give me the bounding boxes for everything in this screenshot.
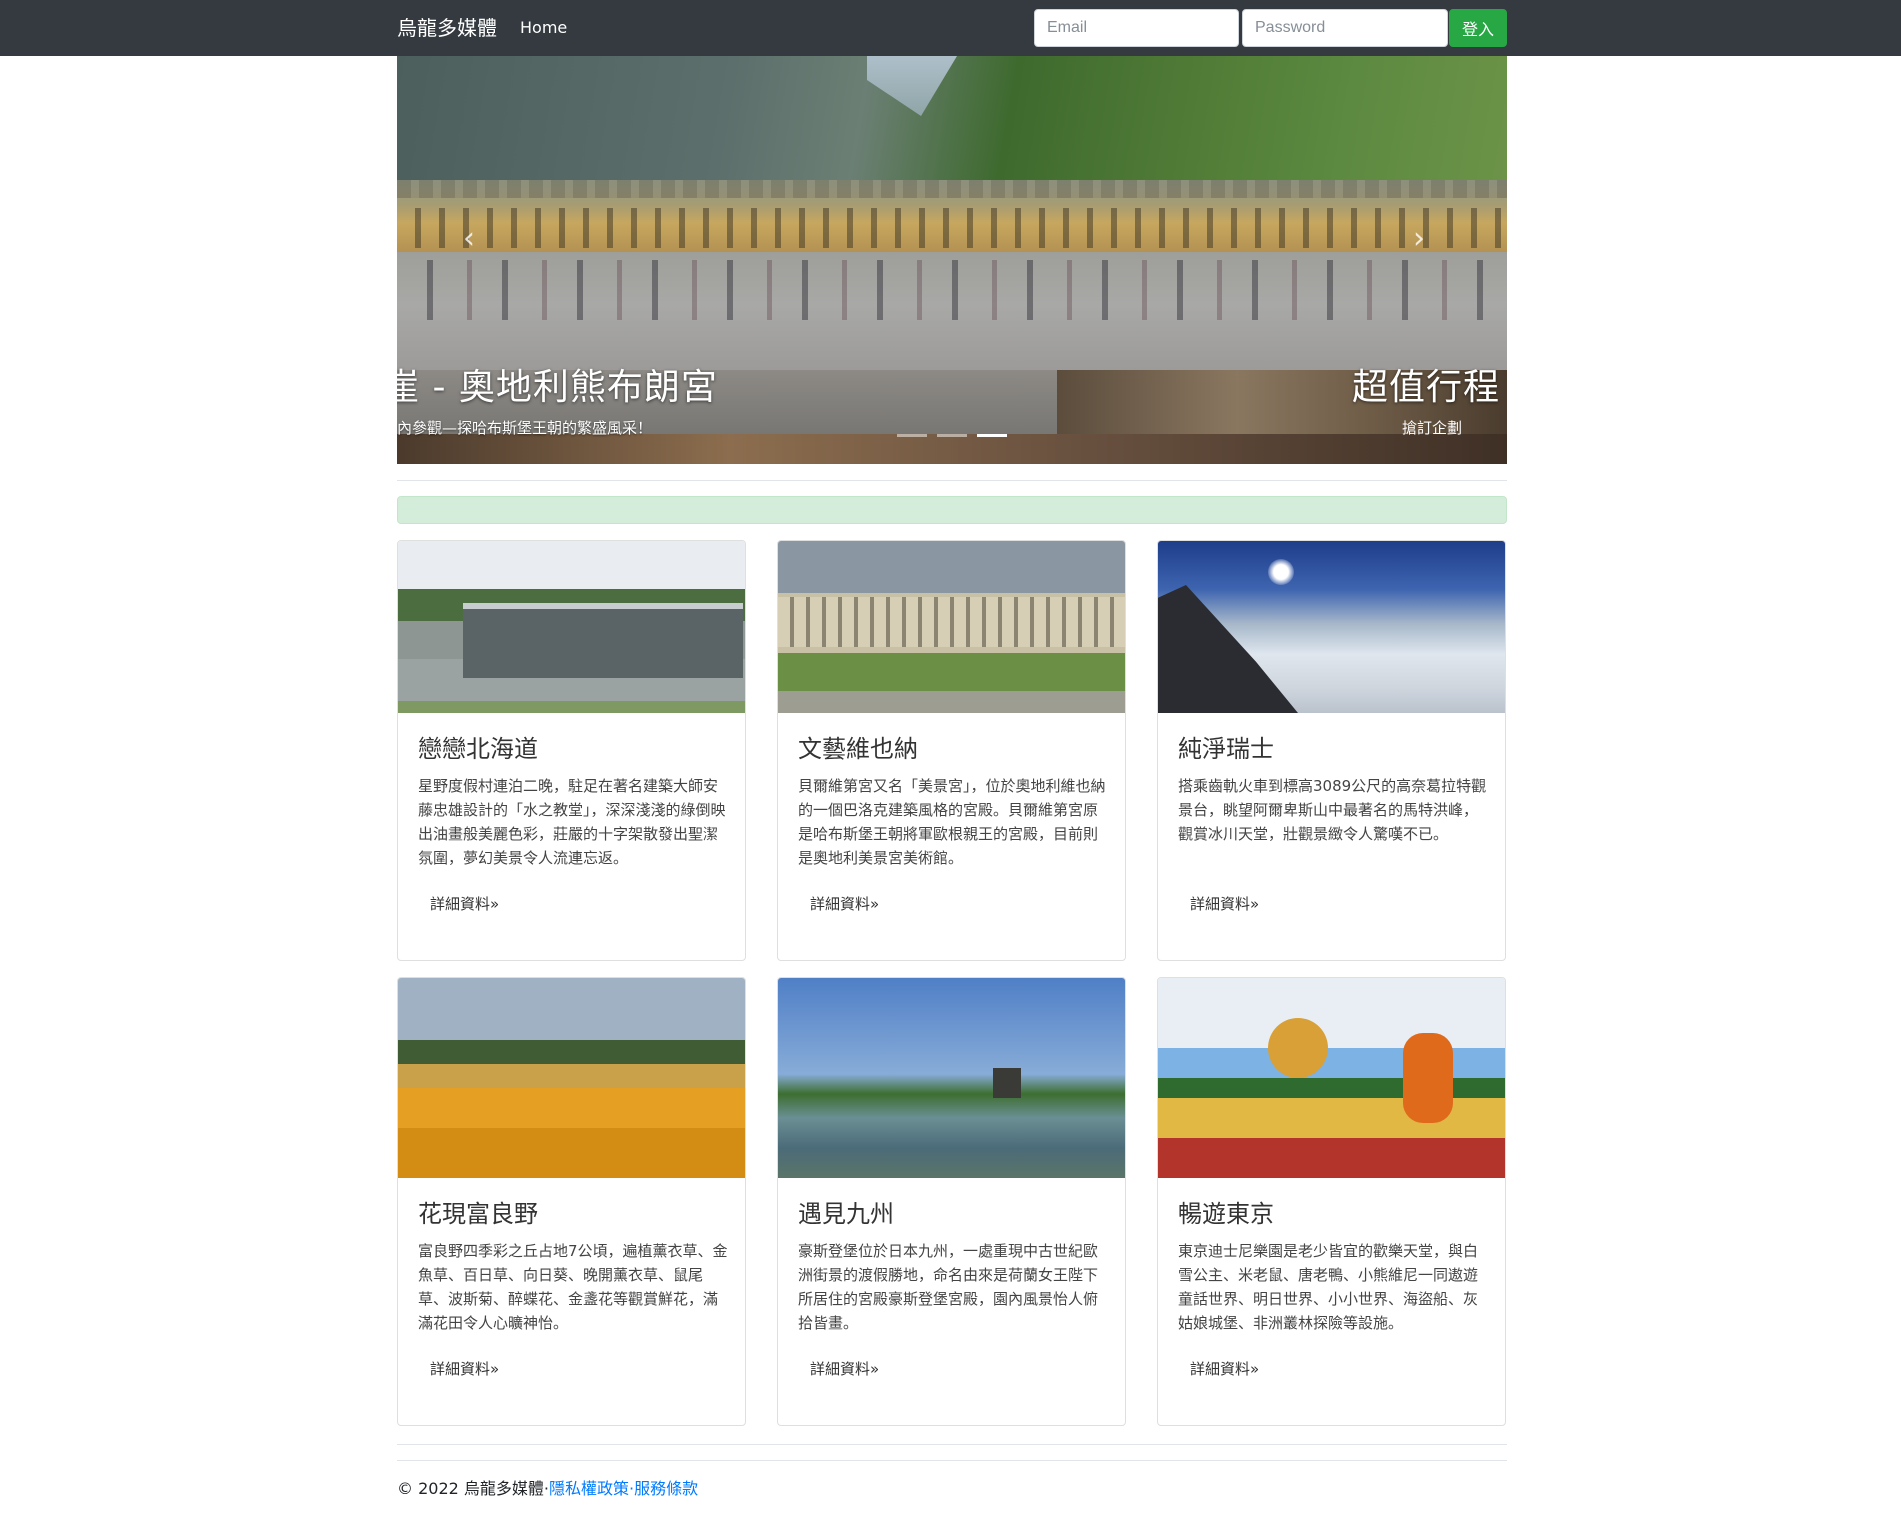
tour-card: 遇見九州 豪斯登堡位於日本九州，一處重現中古世紀歐洲街景的渡假勝地，命名由來是荷… xyxy=(777,977,1126,1426)
nav-home-link[interactable]: Home xyxy=(520,17,567,39)
card-details-link[interactable]: 詳細資料» xyxy=(1190,893,1259,914)
card-title: 暢遊東京 xyxy=(1178,1200,1274,1228)
card-image-belvedere xyxy=(778,541,1125,713)
chevron-left-icon[interactable]: ‹ xyxy=(463,222,483,256)
tour-card: 戀戀北海道 星野度假村連泊二晚，駐足在著名建築大師安藤忠雄設計的「水之教堂」，深… xyxy=(397,540,746,961)
carousel-slide-strip xyxy=(397,434,1507,464)
carousel-indicators xyxy=(897,434,1007,438)
password-input[interactable] xyxy=(1242,9,1448,47)
mountain-sky-image xyxy=(867,56,957,116)
palace-windows-image xyxy=(397,208,1507,248)
email-input[interactable] xyxy=(1034,9,1239,47)
card-title: 花現富良野 xyxy=(418,1200,538,1228)
church-building-image xyxy=(463,603,743,678)
card-image-huis-ten-bosch xyxy=(778,978,1125,1178)
tigger-character-image xyxy=(1403,1033,1453,1123)
tour-card: 暢遊東京 東京迪士尼樂園是老少皆宜的歡樂天堂，與白雪公主、米老鼠、唐老鴨、小熊維… xyxy=(1157,977,1506,1426)
divider xyxy=(397,480,1507,481)
tour-card: 文藝維也納 貝爾維第宮又名「美景宮」，位於奧地利維也納的一個巴洛克建築風格的宮殿… xyxy=(777,540,1126,961)
sun-image xyxy=(1268,559,1294,585)
hero-carousel[interactable]: 崖 - 奧地利熊布朗宮 內參觀—探哈布斯堡王朝的繁盛風采！ 超值行程 搶訂企劃 … xyxy=(397,56,1507,464)
card-title: 遇見九州 xyxy=(798,1200,894,1228)
top-navbar: 烏龍多媒體 Home 登入 xyxy=(0,0,1901,56)
card-details-link[interactable]: 詳細資料» xyxy=(810,1358,879,1379)
brand-logo[interactable]: 烏龍多媒體 xyxy=(397,14,497,42)
card-details-link[interactable]: 詳細資料» xyxy=(430,1358,499,1379)
terms-of-service-link[interactable]: 服務條款 xyxy=(634,1479,698,1498)
carousel-caption-title-next: 超值行程 xyxy=(1352,367,1501,408)
page-footer: © 2022 烏龍多媒體·隱私權政策·服務條款 xyxy=(397,1478,698,1500)
card-title: 純淨瑞士 xyxy=(1178,735,1274,763)
card-text: 貝爾維第宮又名「美景宮」，位於奧地利維也納的一個巴洛克建築風格的宮殿。貝爾維第宮… xyxy=(798,777,1106,867)
card-title: 文藝維也納 xyxy=(798,735,918,763)
palace-roof-image xyxy=(397,180,1507,198)
carousel-slide-palace xyxy=(397,180,1507,252)
card-text: 豪斯登堡位於日本九州，一處重現中古世紀歐洲街景的渡假勝地，命名由來是荷蘭女王陛下… xyxy=(798,1242,1099,1332)
tour-card: 花現富良野 富良野四季彩之丘占地7公頃，遍植薰衣草、金魚草、百日草、向日葵、晚開… xyxy=(397,977,746,1426)
carousel-slide-mountain xyxy=(397,56,1507,180)
palace-facade-image xyxy=(778,597,1125,647)
carousel-caption-subtitle: 內參觀—探哈布斯堡王朝的繁盛風采！ xyxy=(397,419,653,437)
carousel-caption-title: 崖 - 奧地利熊布朗宮 xyxy=(397,367,718,408)
card-text: 搭乘齒軌火車到標高3089公尺的高奈葛拉特觀景台，眺望阿爾卑斯山中最著名的馬特洪… xyxy=(1178,777,1487,843)
card-text: 富良野四季彩之丘占地7公頃，遍植薰衣草、金魚草、百日草、向日葵、晚開薰衣草、鼠尾… xyxy=(418,1242,728,1332)
card-title: 戀戀北海道 xyxy=(418,735,538,763)
carousel-caption-subtitle-next: 搶訂企劃 xyxy=(1402,419,1463,437)
carousel-indicator-active[interactable] xyxy=(977,434,1007,437)
card-details-link[interactable]: 詳細資料» xyxy=(430,893,499,914)
mountain-peak-image xyxy=(1158,585,1298,713)
chevron-right-icon[interactable]: › xyxy=(1413,222,1433,256)
plaza-crowd-image xyxy=(397,260,1507,320)
divider xyxy=(397,1460,1507,1461)
card-image-alps xyxy=(1158,541,1505,713)
carousel-indicator[interactable] xyxy=(937,434,967,437)
carousel-indicator[interactable] xyxy=(897,434,927,437)
card-details-link[interactable]: 詳細資料» xyxy=(810,893,879,914)
card-details-link[interactable]: 詳細資料» xyxy=(1190,1358,1259,1379)
card-image-flower-field xyxy=(398,978,745,1178)
card-text: 東京迪士尼樂園是老少皆宜的歡樂天堂，與白雪公主、米老鼠、唐老鴨、小熊維尼一同遨遊… xyxy=(1178,1242,1479,1332)
card-image-water-church xyxy=(398,541,745,713)
card-text: 星野度假村連泊二晚，駐足在著名建築大師安藤忠雄設計的「水之教堂」，深深淺淺的綠倒… xyxy=(418,777,726,867)
windmill-image xyxy=(993,1068,1021,1098)
tour-card: 純淨瑞士 搭乘齒軌火車到標高3089公尺的高奈葛拉特觀景台，眺望阿爾卑斯山中最著… xyxy=(1157,540,1506,961)
card-image-disneyland xyxy=(1158,978,1505,1178)
footer-copyright: © 2022 烏龍多媒體· xyxy=(397,1479,549,1498)
privacy-policy-link[interactable]: 隱私權政策 xyxy=(549,1479,629,1498)
divider xyxy=(397,1444,1507,1445)
alert-banner xyxy=(397,496,1507,524)
login-button[interactable]: 登入 xyxy=(1449,9,1507,47)
pooh-character-image xyxy=(1268,1018,1328,1078)
